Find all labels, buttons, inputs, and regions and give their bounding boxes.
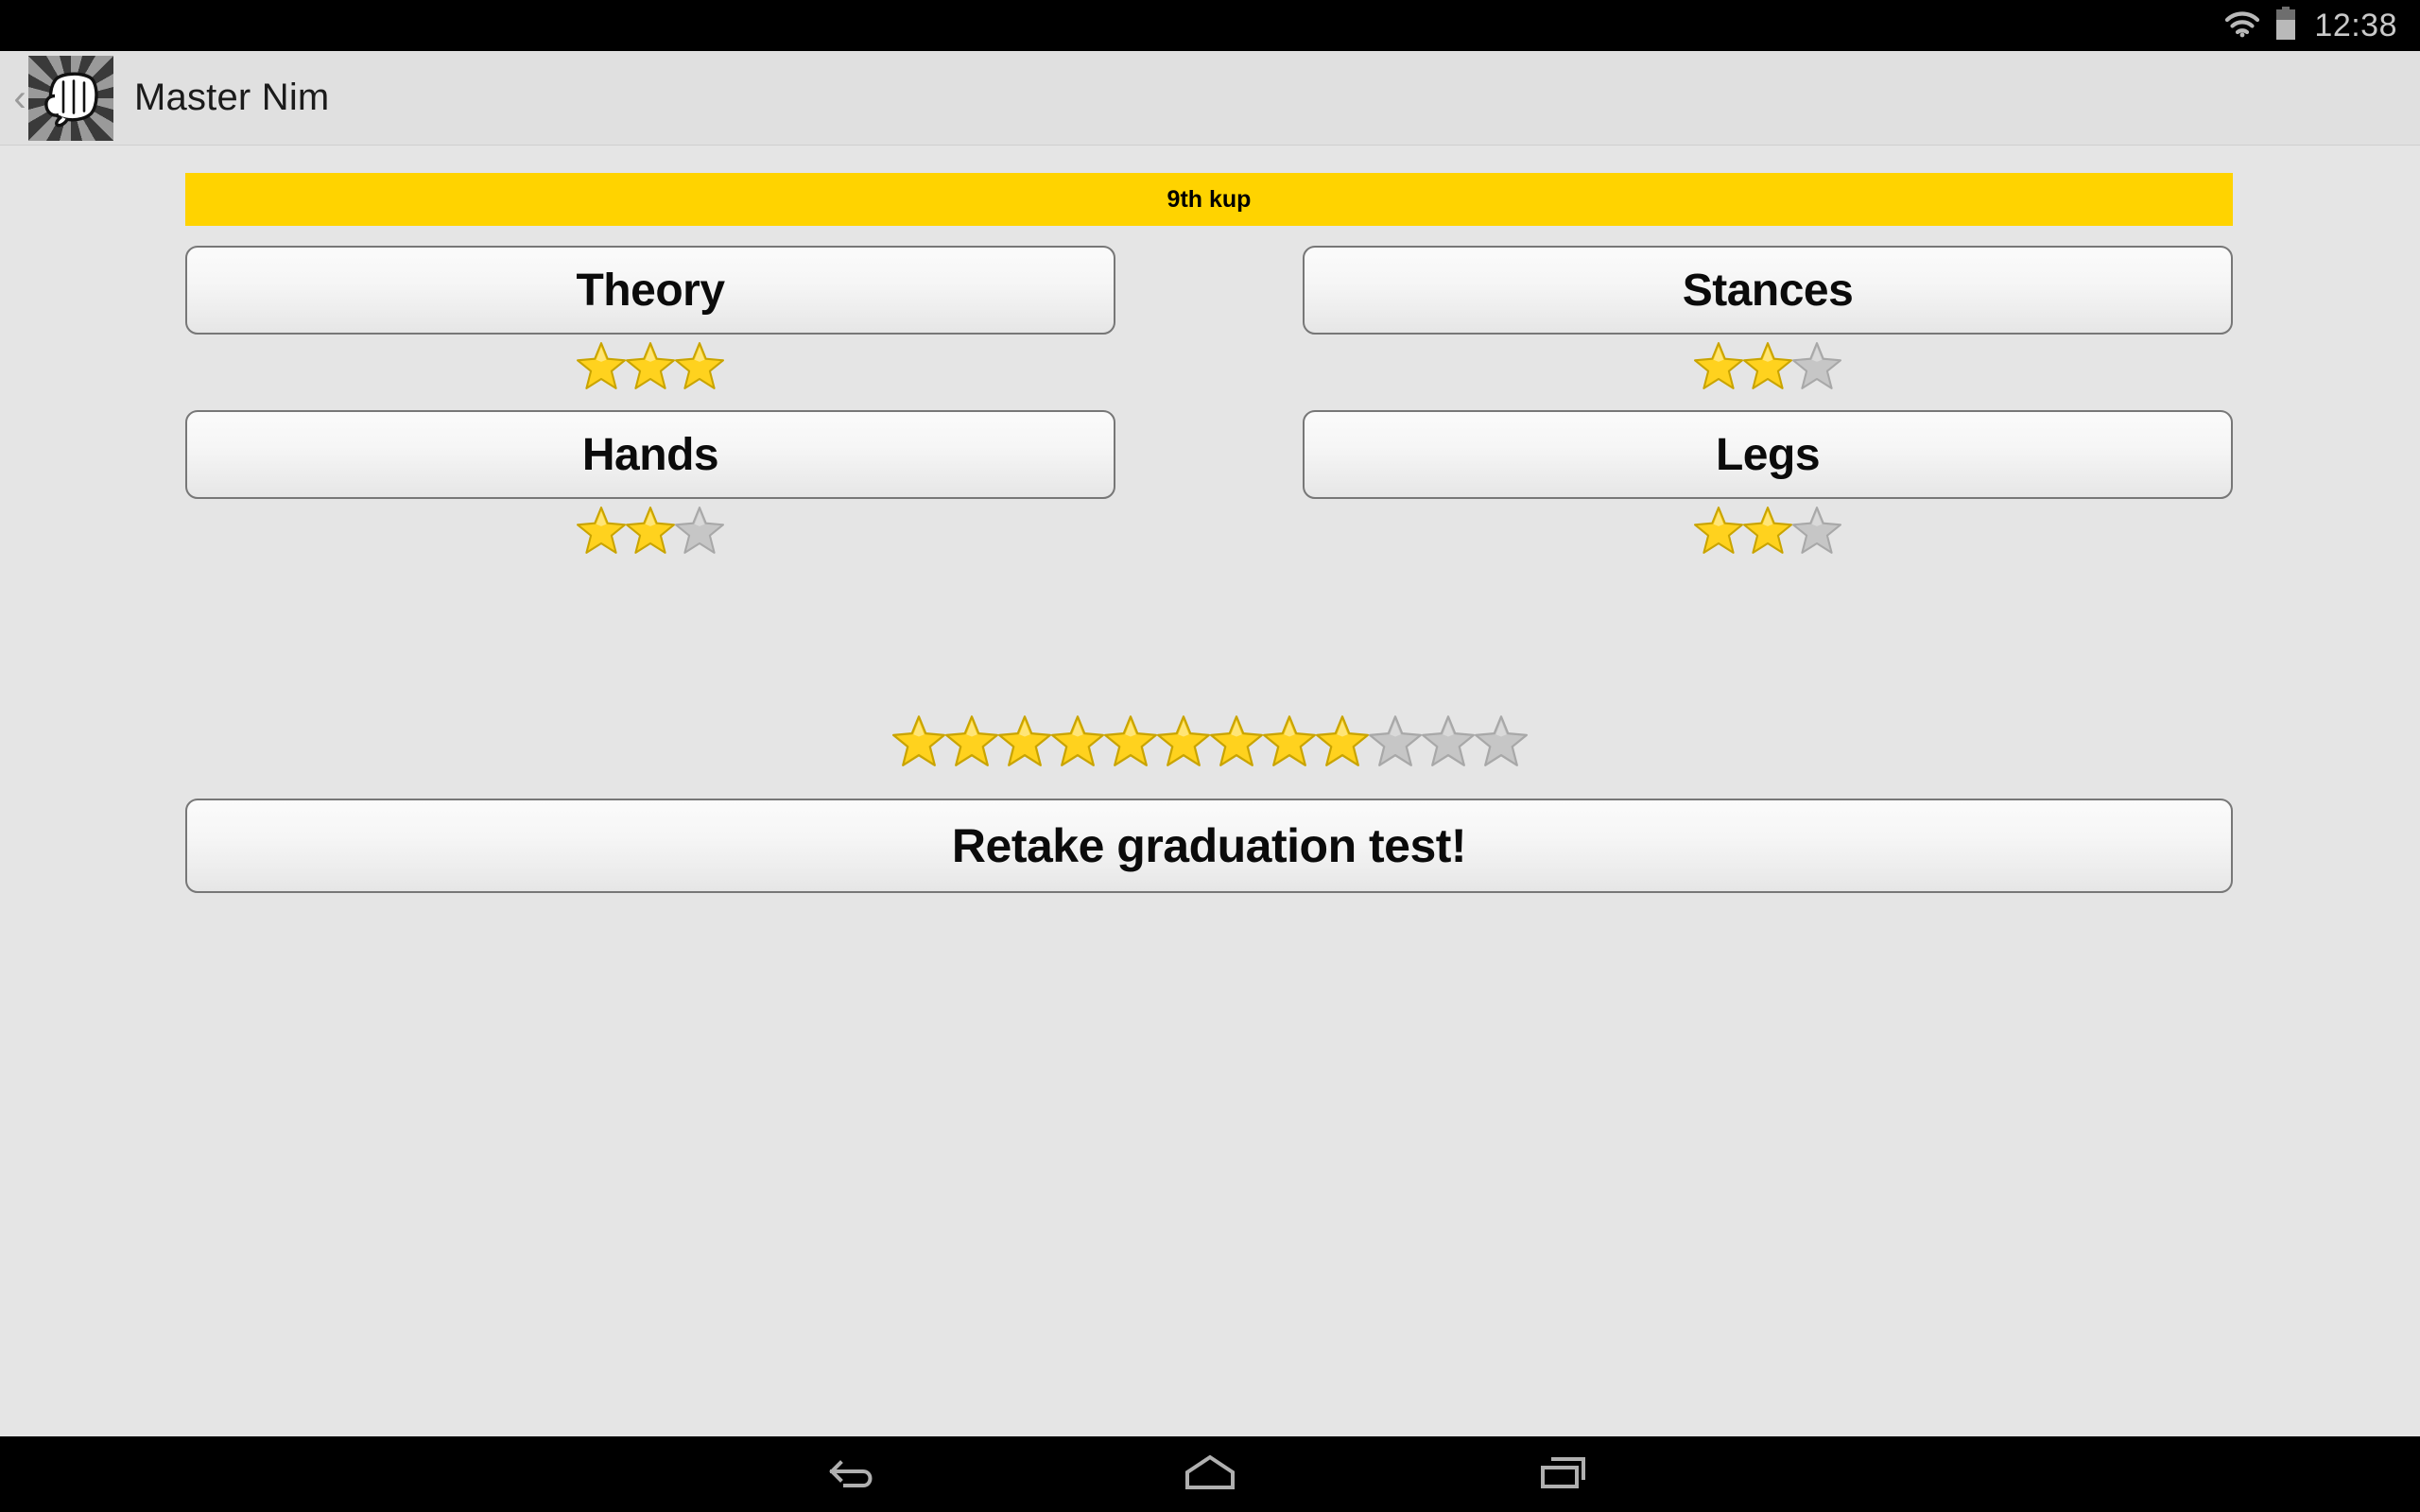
star-icon <box>1694 342 1743 389</box>
fist-glyph <box>36 64 106 131</box>
rank-banner: 9th kup <box>185 173 2233 226</box>
action-bar: ‹ Master Nim <box>0 51 2420 146</box>
legs-button[interactable]: Legs <box>1303 410 2233 499</box>
star-icon <box>1316 715 1369 766</box>
status-bar-clock: 12:38 <box>2314 8 2397 43</box>
skill-cell-theory: Theory <box>185 246 1115 393</box>
main-content: 9th kup Theory Stances Hands Legs Retake… <box>0 146 2420 1436</box>
overall-progress-stars <box>0 704 2420 774</box>
star-icon <box>1263 715 1316 766</box>
star-icon <box>1694 507 1743 554</box>
retake-graduation-test-button[interactable]: Retake graduation test! <box>185 799 2233 893</box>
status-bar: 12:38 <box>0 0 2420 51</box>
star-icon <box>1422 715 1475 766</box>
system-navigation-bar <box>0 1436 2420 1512</box>
theory-button-label: Theory <box>576 265 725 316</box>
legs-star-rating <box>1694 503 1841 558</box>
star-icon <box>892 715 945 766</box>
back-icon <box>829 1452 882 1498</box>
stances-star-rating <box>1694 338 1841 393</box>
hands-star-rating <box>577 503 724 558</box>
fist-app-icon[interactable] <box>28 55 113 141</box>
star-icon <box>675 507 724 554</box>
android-screen: 12:38 ‹ Master Nim 9th kup Theory Stance… <box>0 0 2420 1512</box>
skill-cell-stances: Stances <box>1303 246 2233 393</box>
star-icon <box>675 342 724 389</box>
star-icon <box>1743 507 1792 554</box>
wifi-icon <box>2223 9 2261 43</box>
star-icon <box>626 507 675 554</box>
theory-star-rating <box>577 338 724 393</box>
star-icon <box>1792 342 1841 389</box>
legs-button-label: Legs <box>1715 429 1821 480</box>
stances-button[interactable]: Stances <box>1303 246 2233 335</box>
star-icon <box>945 715 998 766</box>
home-icon <box>1182 1452 1238 1498</box>
stances-button-label: Stances <box>1682 265 1854 316</box>
star-icon <box>1157 715 1210 766</box>
star-icon <box>1743 342 1792 389</box>
star-icon <box>626 342 675 389</box>
star-icon <box>577 342 626 389</box>
theory-button[interactable]: Theory <box>185 246 1115 335</box>
hands-button-label: Hands <box>581 429 719 480</box>
star-icon <box>1475 715 1528 766</box>
status-bar-right-group: 12:38 <box>2223 0 2397 51</box>
overall-star-rating <box>892 708 1528 774</box>
retake-button-wrapper: Retake graduation test! <box>185 799 2233 893</box>
nav-home-button[interactable] <box>1153 1436 1267 1512</box>
star-icon <box>577 507 626 554</box>
skill-cell-hands: Hands <box>185 410 1115 558</box>
star-icon <box>1051 715 1104 766</box>
star-icon <box>1369 715 1422 766</box>
star-icon <box>1792 507 1841 554</box>
battery-icon <box>2274 6 2297 45</box>
app-title: Master Nim <box>134 77 330 118</box>
star-icon <box>998 715 1051 766</box>
nav-back-button[interactable] <box>799 1436 912 1512</box>
star-icon <box>1104 715 1157 766</box>
retake-graduation-test-label: Retake graduation test! <box>951 819 1467 872</box>
star-icon <box>1210 715 1263 766</box>
hands-button[interactable]: Hands <box>185 410 1115 499</box>
nav-recents-button[interactable] <box>1508 1436 1621 1512</box>
skill-cell-legs: Legs <box>1303 410 2233 558</box>
skill-grid: Theory Stances Hands Legs <box>185 246 2233 575</box>
skill-row: Hands Legs <box>185 410 2233 558</box>
skill-row: Theory Stances <box>185 246 2233 393</box>
rank-banner-label: 9th kup <box>1167 185 1252 213</box>
recents-icon <box>1538 1452 1591 1498</box>
